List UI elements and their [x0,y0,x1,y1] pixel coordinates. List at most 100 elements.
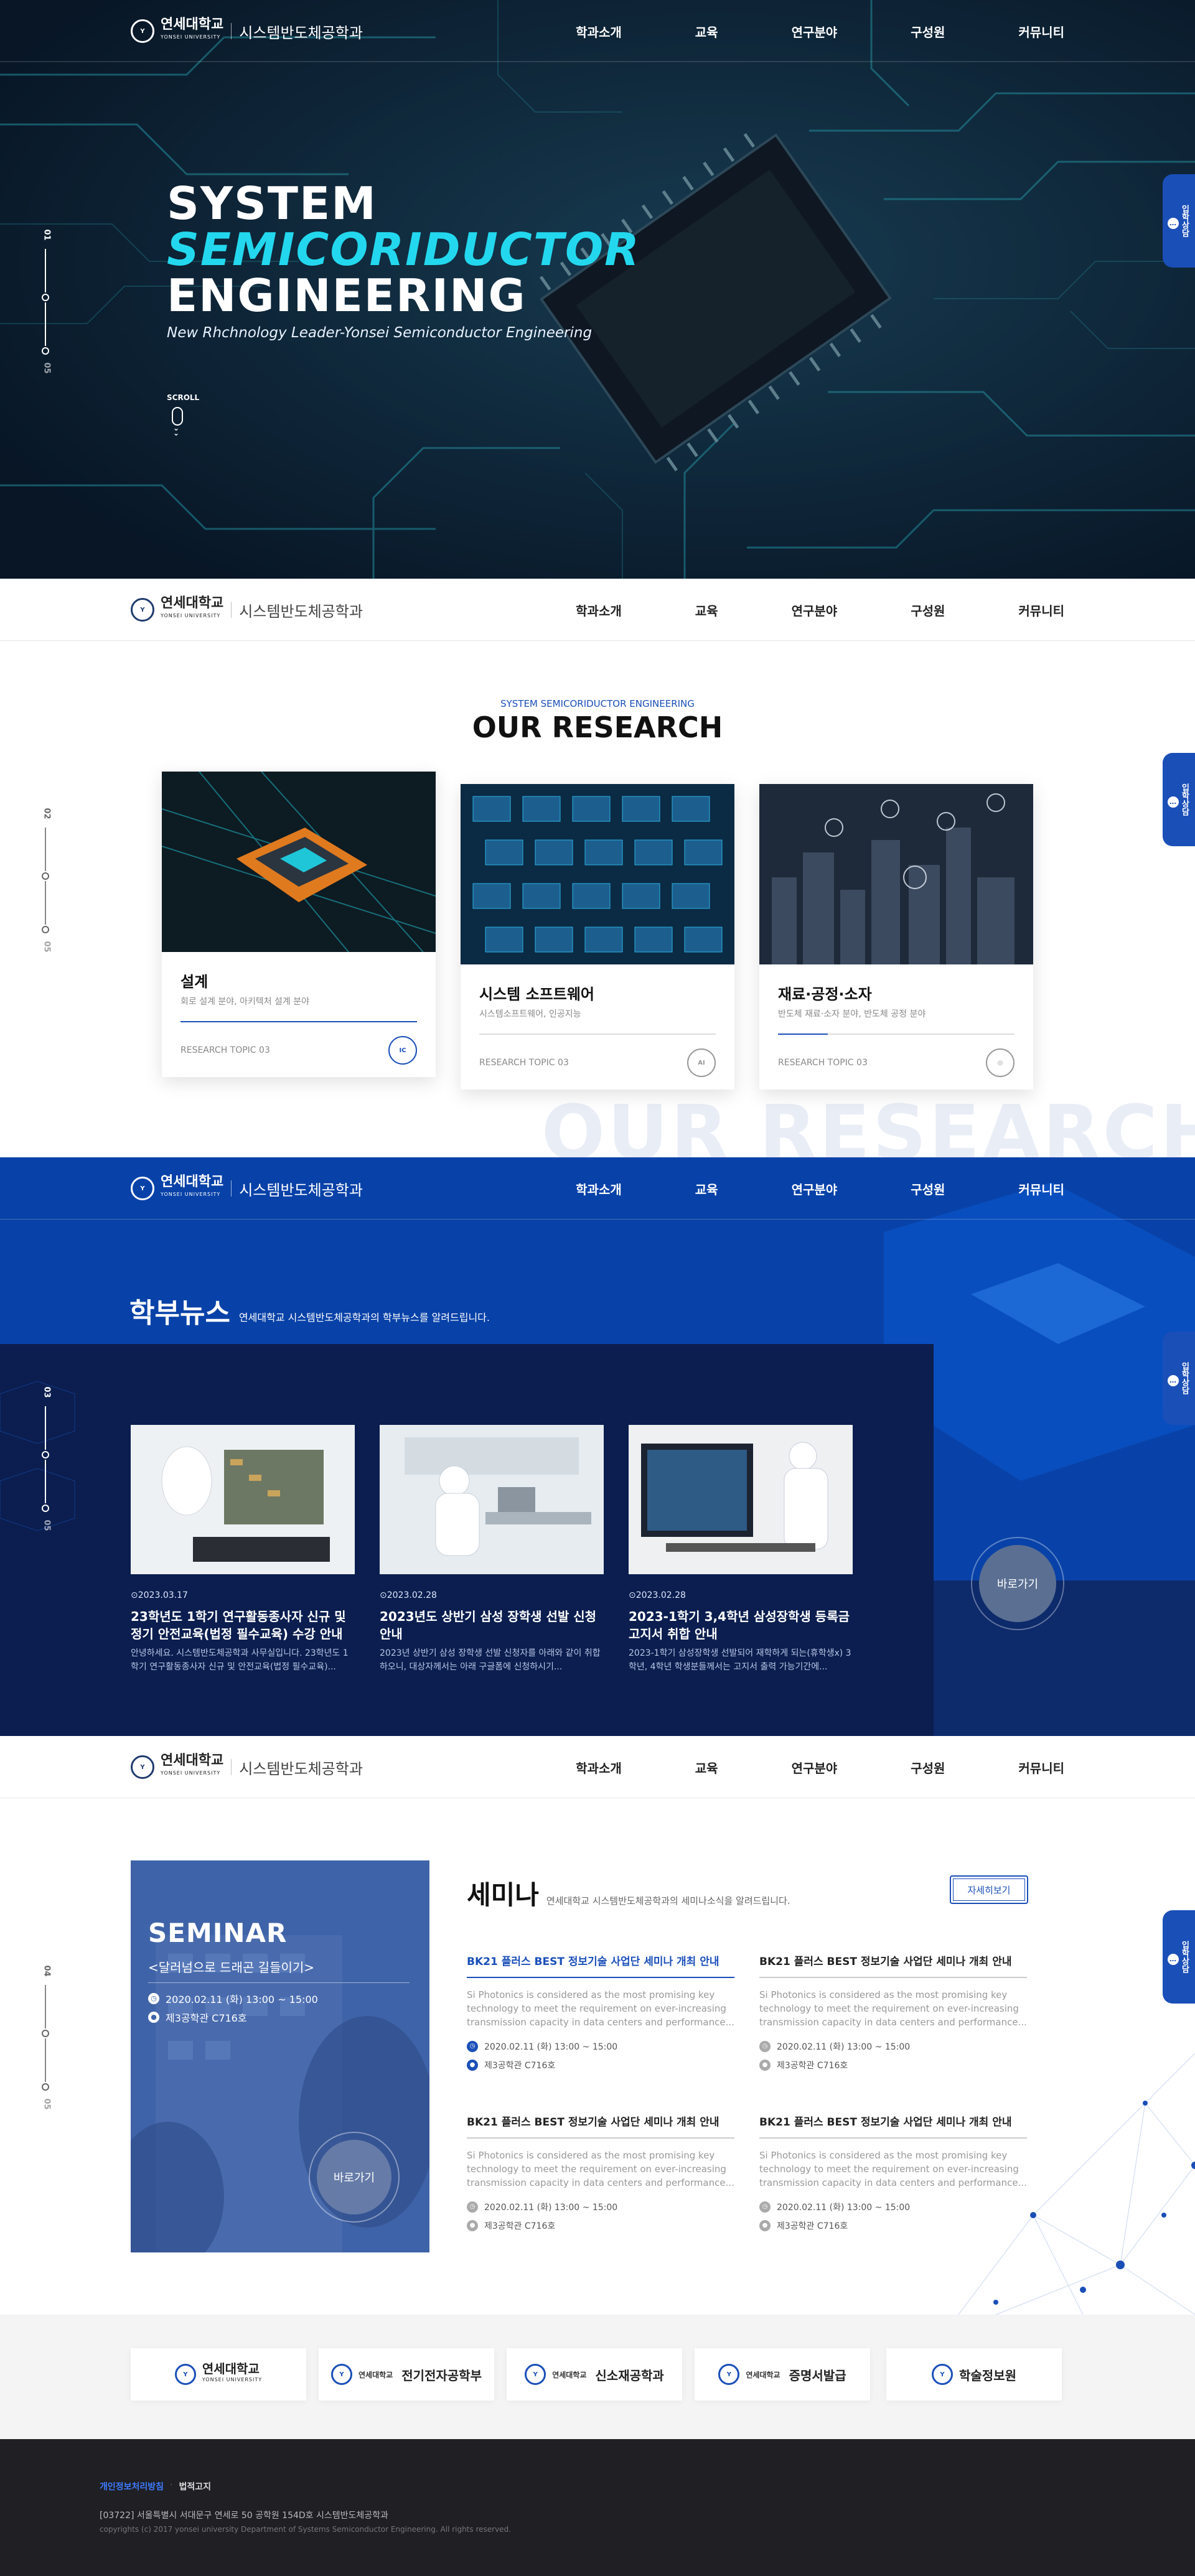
consult-side-button[interactable]: 입학상담 … [1163,1910,1195,2004]
research-watermark: OUR RESEARCH [541,1090,1195,1157]
partner-link-eee[interactable]: Y 연세대학교 전기전자공학부 [319,2348,494,2401]
clock-icon: ◷ [467,2041,478,2052]
atom-icon: ◎ [986,1048,1015,1077]
menu-members[interactable]: 구성원 [911,601,945,619]
consult-side-button[interactable]: 입학상담 … [1163,1332,1195,1425]
pager-dot[interactable] [42,347,49,355]
footer-copyright: copyrights (c) 2017 yonsei university De… [100,2525,511,2534]
menu-education[interactable]: 교육 [695,1758,718,1776]
pager-dot[interactable] [42,2030,49,2037]
menu-members[interactable]: 구성원 [911,1758,945,1776]
seminar-more-button[interactable]: 자세히보기 [950,1875,1028,1904]
top-nav: Y 연세대학교 YONSEI UNIVERSITY 시스템반도체공학과 학과소개 … [0,0,1195,62]
menu-members[interactable]: 구성원 [911,1180,945,1198]
menu-community[interactable]: 커뮤니티 [1018,1180,1064,1198]
chat-icon: … [1167,218,1179,229]
legal-notice-link[interactable]: 법적고지 [179,2480,212,2493]
logo-divider [231,602,232,618]
section-pager: 03 05 [36,1381,61,1556]
location-pin-icon: ● [759,2060,771,2071]
menu-education[interactable]: 교육 [695,22,718,40]
menu-about[interactable]: 학과소개 [576,22,622,40]
pager-line [45,828,46,871]
research-card[interactable]: 설계 회로 설계 분야, 아키텍처 설계 분야 RESEARCH TOPIC 0… [162,772,436,1077]
seminar-item[interactable]: BK21 플러스 BEST 정보기술 사업단 세미나 개최 안내 Si Phot… [759,2113,1027,2232]
seminar-feature-card[interactable]: SEMINAR <달러넘으로 드래곤 길들이기> ◷ 2020.02.11 (화)… [131,1860,429,2252]
hero-title: SYSTEM SEMICORIDUCTOR ENGINEERING [167,180,640,319]
partner-link-library[interactable]: Y 학술정보원 [886,2348,1062,2401]
news-item-image [380,1425,604,1574]
seminar-item-time: ◷ 2020.02.11 (화) 13:00 ~ 15:00 [467,2201,734,2213]
site-logo[interactable]: Y 연세대학교 YONSEI UNIVERSITY 시스템반도체공학과 [131,597,363,622]
menu-about[interactable]: 학과소개 [576,601,622,619]
partner-link-yonsei[interactable]: Y 연세대학교 YONSEI UNIVERSITY [131,2348,306,2401]
seminar-item-place: ● 제3공학관 C716호 [467,2059,734,2071]
pager-dot[interactable] [42,1505,49,1512]
menu-research[interactable]: 연구분야 [792,1180,838,1198]
sticky-nav: Y 연세대학교 YONSEI UNIVERSITY 시스템반도체공학과 학과소개 … [0,1157,1195,1220]
pager-dot[interactable] [42,1451,49,1458]
research-card[interactable]: 시스템 소프트웨어 시스템소프트웨어, 인공지능 RESEARCH TOPIC … [461,784,734,1090]
pager-current: 02 [42,808,52,819]
news-item[interactable]: ⊙2023.02.28 2023-1학기 3,4학년 삼성장학생 등록금 고지서… [629,1425,853,1674]
consult-side-label: 입학상담 [1179,205,1189,237]
menu-education[interactable]: 교육 [695,601,718,619]
menu-education[interactable]: 교육 [695,1180,718,1198]
menu-research[interactable]: 연구분야 [792,601,838,619]
news-title: 학부뉴스 [129,1297,230,1329]
mouse-icon [172,407,183,426]
research-card-topic: RESEARCH TOPIC 03 [479,1058,569,1068]
menu-about[interactable]: 학과소개 [576,1758,622,1776]
pager-total: 05 [42,1519,52,1531]
pager-dot[interactable] [42,2083,49,2091]
partner-name: 신소재공학과 [595,2368,664,2383]
seminar-item-time: ◷ 2020.02.11 (화) 13:00 ~ 15:00 [759,2201,1027,2213]
seminar-card-title: SEMINAR [148,1918,288,1948]
seminar-card-button[interactable]: 바로가기 [309,2132,400,2223]
seminar-item[interactable]: BK21 플러스 BEST 정보기술 사업단 세미나 개최 안내 Si Phot… [467,2113,734,2232]
menu-about[interactable]: 학과소개 [576,1180,622,1198]
news-item-title: 23학년도 1학기 연구활동종사자 신규 및 정기 안전교육(법정 필수교육) … [131,1609,346,1641]
research-card-desc: 반도체 재료·소자 분야, 반도체 공정 분야 [778,1009,926,1019]
research-eyebrow: SYSTEM SEMICORIDUCTOR ENGINEERING [500,698,695,709]
news-item[interactable]: ⊙2023.03.17 23학년도 1학기 연구활동종사자 신규 및 정기 안전… [131,1425,355,1674]
pager-dot[interactable] [42,926,49,933]
seminar-item[interactable]: BK21 플러스 BEST 정보기술 사업단 세미나 개최 안내 Si Phot… [467,1953,734,2071]
sticky-nav: Y 연세대학교 YONSEI UNIVERSITY 시스템반도체공학과 학과소개 … [0,579,1195,641]
partner-univ: 연세대학교 [552,2370,587,2379]
partner-link-materials[interactable]: Y 연세대학교 신소재공학과 [507,2348,682,2401]
menu-community[interactable]: 커뮤니티 [1018,1758,1064,1776]
pager-dot[interactable] [42,872,49,880]
site-logo[interactable]: Y 연세대학교 YONSEI UNIVERSITY 시스템반도체공학과 [131,18,363,44]
research-card-image [162,772,436,952]
site-logo[interactable]: Y 연세대학교 YONSEI UNIVERSITY 시스템반도체공학과 [131,1754,363,1780]
privacy-policy-link[interactable]: 개인정보처리방침 [100,2480,164,2493]
news-item[interactable]: ⊙2023.02.28 2023년도 상반기 삼성 장학생 선발 신청 안내 2… [380,1425,604,1674]
logo-divider [231,1180,232,1197]
logo-divider [231,1759,232,1775]
menu-members[interactable]: 구성원 [911,22,945,40]
partner-link-certificate[interactable]: Y 연세대학교 증명서발급 [695,2348,870,2401]
consult-side-button[interactable]: 입학상담 … [1163,174,1195,268]
menu-research[interactable]: 연구분야 [792,22,838,40]
news-more-button[interactable]: 바로가기 [971,1537,1064,1630]
site-logo[interactable]: Y 연세대학교 YONSEI UNIVERSITY 시스템반도체공학과 [131,1175,363,1201]
pager-dot[interactable] [42,294,49,301]
seminar-item-time: ◷ 2020.02.11 (화) 13:00 ~ 15:00 [467,2040,734,2053]
menu-community[interactable]: 커뮤니티 [1018,22,1064,40]
research-card[interactable]: 재료·공정·소자 반도체 재료·소자 분야, 반도체 공정 분야 RESEARC… [759,784,1033,1090]
research-card-image [759,784,1033,964]
menu-community[interactable]: 커뮤니티 [1018,601,1064,619]
main-menu: 학과소개 교육 연구분야 구성원 커뮤니티 [502,601,1064,619]
scroll-indicator[interactable]: SCROLL ⌄ ⌄ [167,393,199,437]
news-item-desc: 안녕하세요. 시스템반도체공학과 사무실입니다. 23학년도 1학기 연구활동종… [131,1648,349,1672]
yonsei-seal-icon: Y [525,2364,546,2385]
pager-current: 01 [42,229,52,241]
menu-research[interactable]: 연구분야 [792,1758,838,1776]
seminar-item[interactable]: BK21 플러스 BEST 정보기술 사업단 세미나 개최 안내 Si Phot… [759,1953,1027,2071]
research-section: Y 연세대학교 YONSEI UNIVERSITY 시스템반도체공학과 학과소개 … [0,579,1195,1157]
yonsei-seal-icon: Y [131,1755,154,1779]
hero-title-line2: SEMICORIDUCTOR [167,223,640,276]
consult-side-button[interactable]: 입학상담 … [1163,753,1195,846]
chat-icon: … [1167,1375,1179,1386]
